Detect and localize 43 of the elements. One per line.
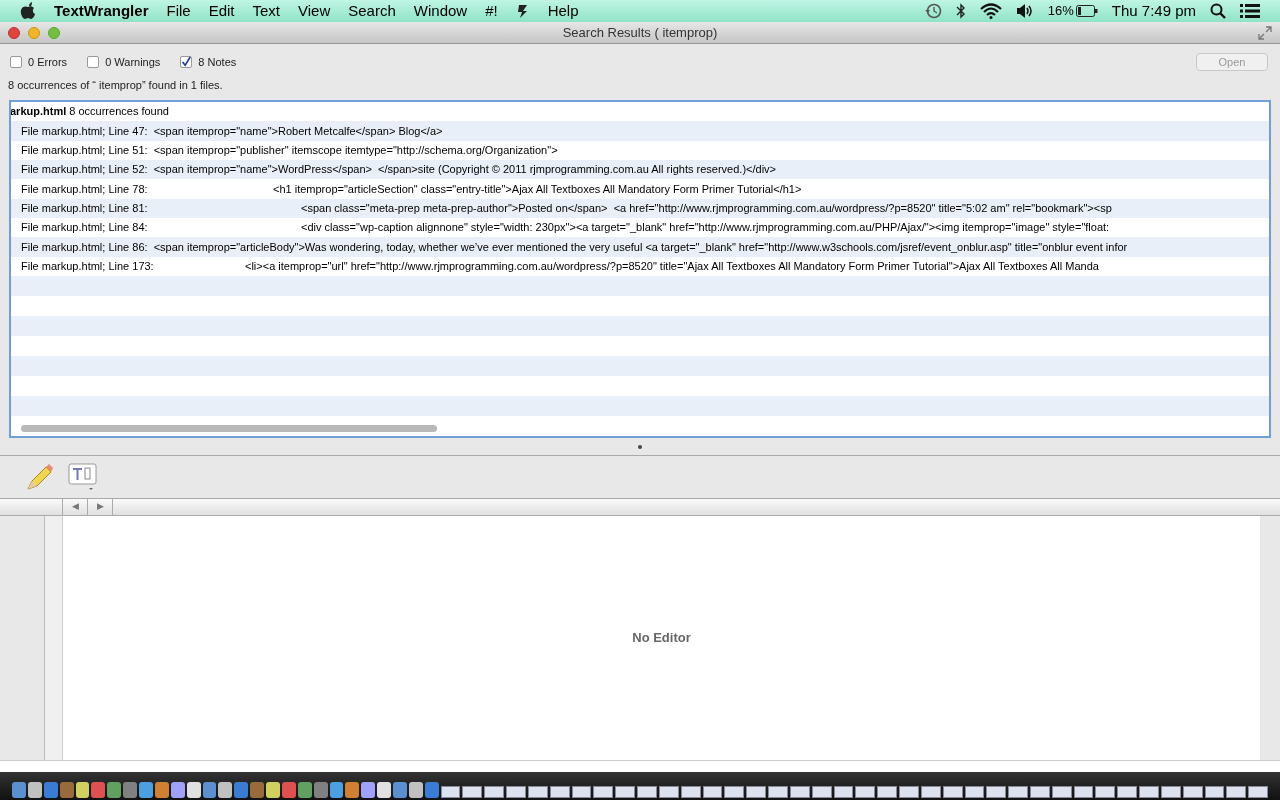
results-summary: 8 occurrences of “ itemprop” found in 1 files. [8, 78, 223, 93]
menu-item[interactable]: Window [413, 0, 468, 23]
previous-button[interactable]: ◀ [63, 499, 88, 515]
result-row[interactable]: File markup.html; Line 173: <li><a itemprop="url" href="http://www.rjmprogramming.com.au/wordpress/?p=8520" title="Ajax All Textboxes All Mandatory Form Primer Tutorial">Ajax All Textboxes All Manda [21, 258, 1099, 275]
pencil-icon[interactable] [24, 463, 54, 491]
filter-label: 0 Warnings [105, 54, 161, 70]
checkbox[interactable] [10, 56, 22, 68]
file-header[interactable]: arkup.html 8 occurrences found [11, 103, 169, 120]
result-row[interactable]: File markup.html; Line 78: <h1 itemprop="articleSection" class="entry-title">Ajax All Textboxes All Mandatory Form Primer Tutorial</h1> [21, 180, 802, 198]
app-menu[interactable]: TextWrangler [54, 0, 149, 23]
text-options-icon[interactable] [68, 463, 98, 491]
no-editor-label: No Editor [632, 629, 691, 648]
battery-percentage: 16% [1047, 2, 1074, 21]
battery-icon[interactable] [1075, 5, 1098, 17]
clock[interactable]: Thu 7:49 pm [1111, 0, 1196, 23]
fullscreen-icon[interactable] [1258, 26, 1272, 40]
bluetooth-icon[interactable] [955, 3, 966, 19]
next-button[interactable]: ▶ [88, 499, 113, 515]
checkbox[interactable] [180, 56, 193, 68]
menu-item[interactable]: #! [485, 0, 498, 23]
clock-icon[interactable] [923, 2, 942, 20]
close-button[interactable] [8, 27, 20, 39]
splitter-handle-icon[interactable] [638, 444, 642, 449]
menu-item[interactable]: Help [547, 0, 579, 23]
result-row[interactable]: File markup.html; Line 51: <span itemprop="publisher" itemscope itemtype="http://schema.org/Organization"> [21, 142, 558, 159]
script-icon[interactable] [515, 3, 530, 19]
filter-label: 0 Errors [28, 54, 68, 70]
notification-list-icon[interactable] [1240, 3, 1260, 19]
menu-item[interactable]: Edit [208, 0, 235, 23]
checkmark-icon [181, 56, 192, 68]
wifi-icon[interactable] [979, 3, 1002, 19]
search-icon[interactable] [1210, 3, 1226, 19]
menu-item[interactable]: Search [348, 0, 396, 23]
result-row[interactable]: File markup.html; Line 84: <div class="wp-caption alignnone" style="width: 230px"><a target="_blank" href="http://www.rjmprogramming.com.au/PHP/Ajax/"><img itemprop="image" style="float: [21, 219, 1110, 236]
apple-logo-icon[interactable] [20, 2, 36, 20]
window-title: Search Results ( itemprop) [562, 23, 718, 42]
volume-icon[interactable] [1015, 3, 1034, 19]
menu-item[interactable]: File [166, 0, 191, 23]
horizontal-scrollbar[interactable] [21, 425, 437, 432]
checkbox[interactable] [87, 56, 100, 68]
filter-label: 8 Notes [198, 54, 237, 70]
menu-item[interactable]: Text [252, 0, 280, 23]
menu-item[interactable]: View [298, 0, 331, 23]
